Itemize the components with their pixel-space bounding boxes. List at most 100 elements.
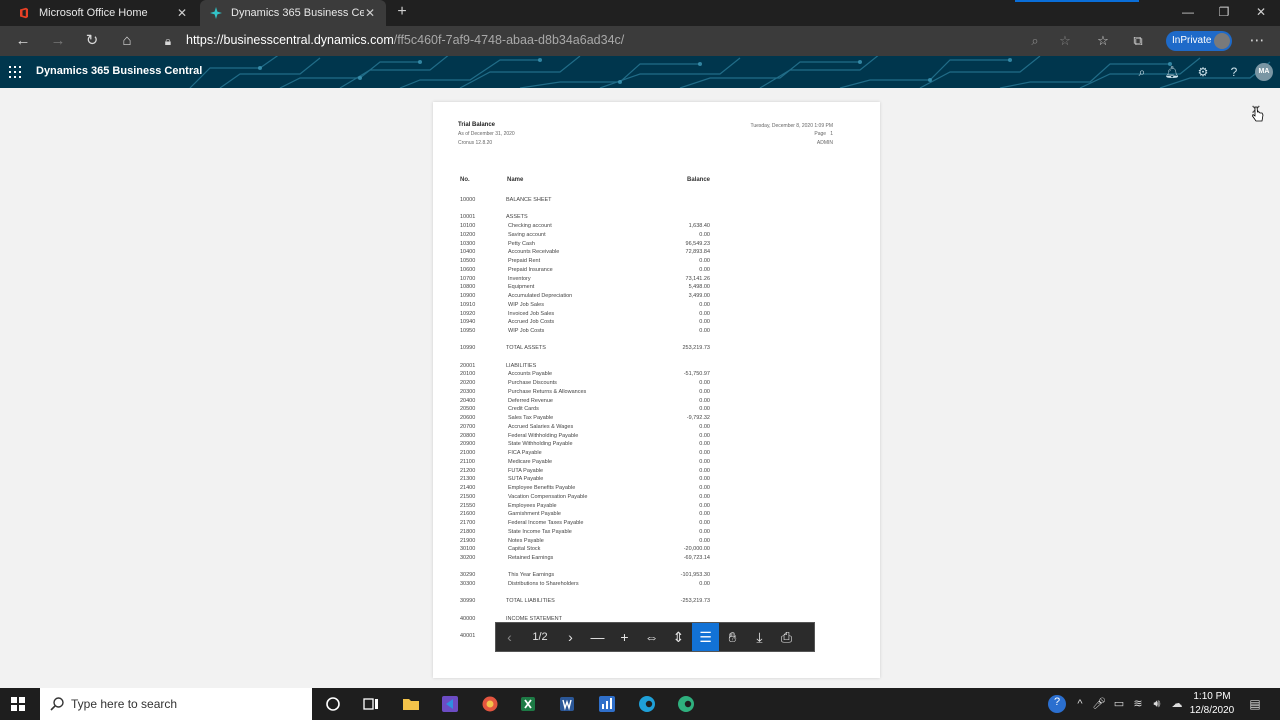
account-name: Capital Stock	[508, 546, 541, 553]
new-tab-icon[interactable]: +	[394, 4, 410, 20]
account-balance: 0.00	[699, 423, 710, 430]
show-hidden-icons-icon[interactable]: ^	[1073, 697, 1087, 711]
table-row: 20200 Purchase Discounts 0.00	[433, 380, 880, 389]
account-balance: 73,141.26	[685, 275, 710, 282]
account-name: FICA Payable	[508, 450, 542, 456]
account-name: Equipment	[508, 284, 535, 291]
fit-width-icon[interactable]: ⇔	[638, 623, 665, 651]
app-title[interactable]: Dynamics 365 Business Central	[36, 65, 202, 77]
hand-tool-icon[interactable]: ✋︎	[719, 623, 746, 651]
back-icon[interactable]: ←	[14, 32, 32, 50]
collections-icon[interactable]: ⧉	[1129, 32, 1147, 50]
table-row: 21800 State Income Tax Payable 0.00	[433, 529, 880, 538]
cortana-icon[interactable]	[323, 694, 343, 714]
account-name: Purchase Returns & Allowances	[508, 388, 587, 395]
print-icon[interactable]: ⎙	[773, 623, 800, 651]
account-balance: -101,953.30	[680, 572, 710, 579]
forward-icon[interactable]: →	[49, 32, 67, 50]
help-icon[interactable]: ?	[1048, 695, 1066, 713]
table-row: 30990 TOTAL LIABILITIES -253,219.73	[433, 598, 880, 607]
search-icon[interactable]: ⌕	[1134, 64, 1150, 80]
download-icon[interactable]: ⤓	[746, 623, 773, 651]
account-name: Inventory	[508, 275, 531, 282]
onedrive-icon[interactable]: ☁	[1170, 697, 1184, 711]
account-name: Petty Cash	[508, 240, 535, 247]
account-no: 10400	[460, 249, 476, 256]
report-printed-date: Tuesday, December 8, 2020 1:09 PM	[750, 123, 833, 129]
address-bar[interactable]: https://businesscentral.dynamics.com/ff5…	[186, 33, 624, 47]
help-icon[interactable]: ?	[1226, 64, 1242, 80]
settings-gear-icon[interactable]: ⚙	[1195, 64, 1211, 80]
previous-page-icon[interactable]: ‹	[496, 623, 523, 651]
excel-icon[interactable]	[518, 694, 538, 714]
action-center-icon[interactable]: ▤	[1247, 696, 1263, 712]
lock-icon[interactable]: 🔒︎	[159, 32, 177, 50]
network-icon[interactable]: ≋	[1131, 697, 1145, 711]
refresh-icon[interactable]: ↻	[83, 32, 101, 50]
file-explorer-icon[interactable]	[401, 694, 421, 714]
power-bi-icon[interactable]	[597, 694, 617, 714]
edge-legacy-icon[interactable]	[480, 694, 500, 714]
account-name: Accrued Job Costs	[508, 319, 555, 326]
account-balance: 0.00	[699, 581, 710, 587]
account-balance: 0.00	[699, 528, 710, 535]
account-no: 10920	[460, 310, 476, 317]
table-row: 21400 Employee Benefits Payable 0.00	[433, 485, 880, 494]
tab-dynamics-365-business-central[interactable]: Dynamics 365 Business Central ✕	[200, 0, 386, 26]
text-select-icon[interactable]: ☰	[692, 623, 719, 651]
zoom-out-icon[interactable]: —	[584, 623, 611, 651]
account-name: This Year Earnings	[508, 572, 555, 579]
clock-date: 12/8/2020	[1189, 705, 1235, 716]
taskbar-search[interactable]: Type here to search	[40, 688, 312, 720]
battery-icon[interactable]: ▭	[1112, 697, 1126, 711]
maximize-icon[interactable]: ❐	[1216, 4, 1232, 20]
tab-microsoft-office-home[interactable]: Microsoft Office Home ✕	[8, 0, 198, 26]
account-balance: 0.00	[699, 397, 710, 404]
favorite-star-icon[interactable]: ☆	[1056, 32, 1074, 50]
microphone-icon[interactable]: 🎤︎	[1092, 697, 1106, 711]
account-balance: 0.00	[699, 406, 710, 413]
volume-icon[interactable]: 🔊︎	[1150, 697, 1164, 711]
tab-close-icon[interactable]: ✕	[176, 6, 188, 20]
account-balance: -20,000.00	[683, 546, 710, 553]
visual-studio-icon[interactable]	[440, 694, 460, 714]
edge-icon[interactable]	[637, 694, 657, 714]
account-balance: -253,219.73	[680, 598, 710, 605]
word-icon[interactable]	[557, 694, 577, 714]
account-name: INCOME STATEMENT	[506, 615, 563, 622]
close-window-icon[interactable]: ✕	[1253, 4, 1269, 20]
page-label: Page	[814, 131, 827, 137]
table-row: 10920 Invoiced Job Sales 0.00	[433, 311, 880, 320]
account-name: Garnishment Payable	[508, 511, 561, 518]
app-launcher-icon[interactable]	[9, 66, 21, 78]
zoom-in-icon[interactable]: +	[611, 623, 638, 651]
home-icon[interactable]: ⌂	[118, 32, 136, 50]
minimize-icon[interactable]: —	[1180, 4, 1196, 20]
account-no: 21300	[460, 476, 476, 483]
tab-close-icon[interactable]: ✕	[364, 6, 376, 20]
edge-icon[interactable]	[676, 694, 696, 714]
system-clock[interactable]: 1:10 PM 12/8/2020	[1188, 690, 1236, 718]
zoom-icon[interactable]: ⌕	[1026, 32, 1044, 50]
more-icon[interactable]: ⋯	[1248, 32, 1266, 50]
fit-page-icon[interactable]: ⇕	[665, 623, 692, 651]
windows-start-icon[interactable]	[11, 697, 25, 711]
favorites-icon[interactable]: ☆	[1094, 32, 1112, 50]
task-view-icon[interactable]	[361, 694, 381, 714]
account-balance: 0.00	[699, 328, 710, 334]
inprivate-badge[interactable]: InPrivate	[1166, 31, 1232, 51]
account-name: Invoiced Job Sales	[508, 310, 555, 317]
notification-bell-icon[interactable]: 🔔︎	[1164, 64, 1180, 80]
table-row: 10400 Accounts Receivable 72,893.84	[433, 249, 880, 258]
url-host: https://businesscentral.dynamics.com	[186, 33, 394, 47]
page-indicator[interactable]: 1/2	[523, 631, 557, 643]
account-name: Vacation Compensation Payable	[508, 493, 588, 500]
report-user: ADMIN	[816, 140, 833, 146]
user-avatar[interactable]: MA	[1255, 63, 1273, 81]
table-row: 10300 Petty Cash 96,549.23	[433, 241, 880, 250]
report-title: Trial Balance	[458, 122, 496, 128]
next-page-icon[interactable]: ›	[557, 623, 584, 651]
account-name: Accounts Receivable	[508, 249, 560, 256]
table-row: 21700 Federal Income Taxes Payable 0.00	[433, 520, 880, 529]
account-name: Notes Payable	[508, 537, 544, 544]
